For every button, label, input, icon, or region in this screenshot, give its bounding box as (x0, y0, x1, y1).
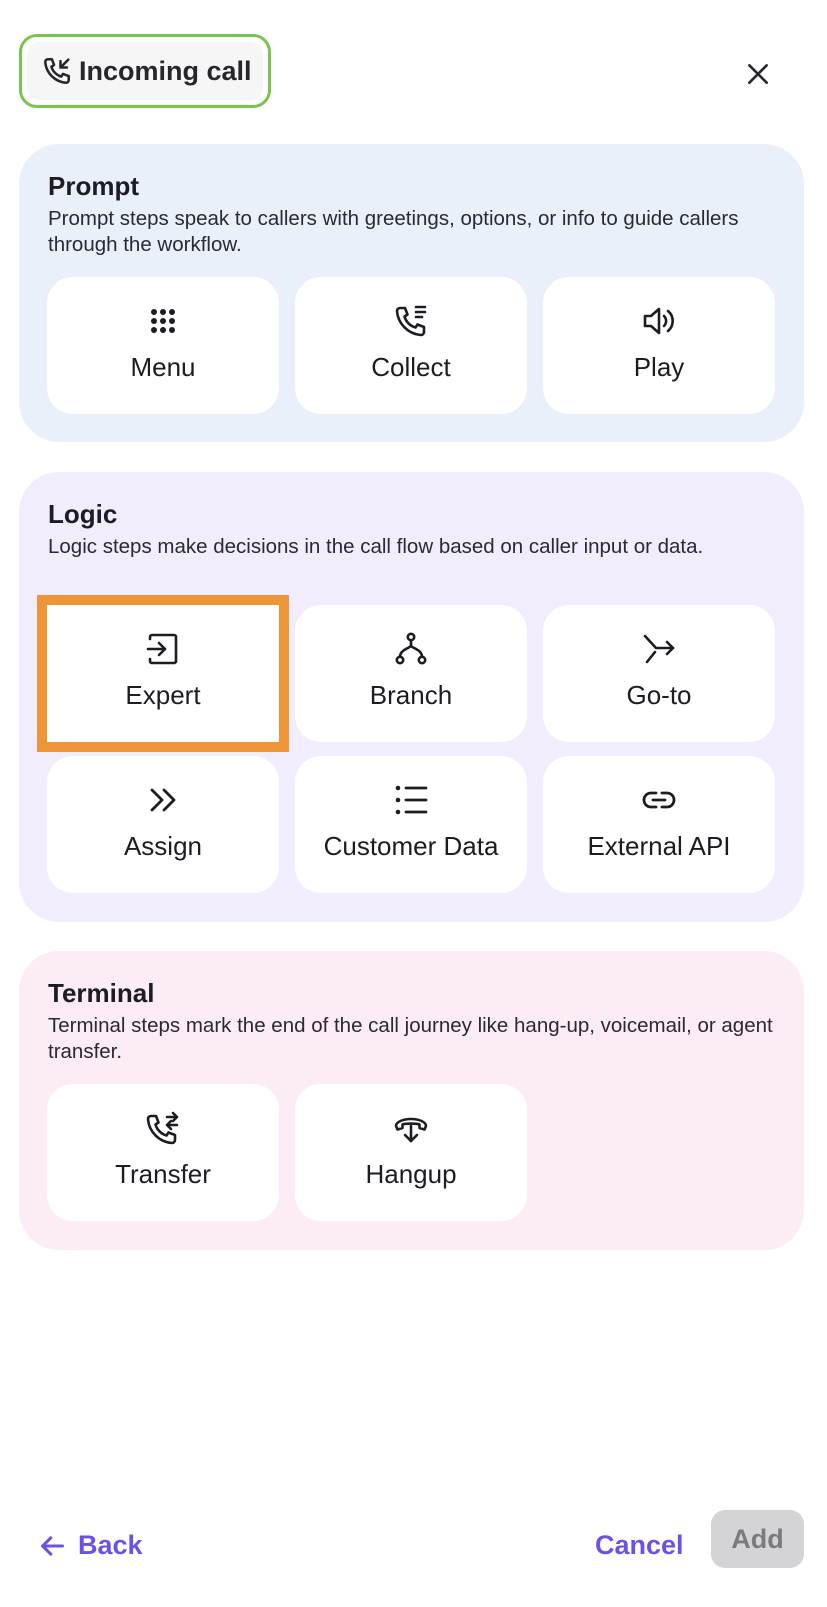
section-logic: Logic Logic steps make decisions in the … (19, 472, 804, 922)
step-label: Hangup (365, 1159, 457, 1189)
close-icon (748, 64, 768, 84)
incoming-call-trigger[interactable]: Incoming call (19, 34, 271, 108)
link-icon (641, 782, 677, 818)
step-label: Go-to (626, 680, 692, 710)
step-tile-menu[interactable]: Menu (47, 277, 279, 414)
section-title: Terminal (48, 978, 155, 1008)
section-description: Logic steps make decisions in the call f… (48, 535, 704, 558)
phone-transfer-icon (145, 1110, 181, 1146)
section-prompt: Prompt Prompt steps speak to callers wit… (19, 144, 804, 442)
step-label: Collect (371, 352, 451, 382)
section-title: Logic (48, 499, 118, 529)
branch-icon (393, 631, 429, 667)
step-tile-transfer[interactable]: Transfer (47, 1084, 279, 1221)
trigger-label: Incoming call (79, 55, 252, 86)
step-tile-play[interactable]: Play (543, 277, 775, 414)
section-description: Terminal steps mark the end of the call … (48, 1014, 773, 1063)
cancel-button[interactable]: Cancel (595, 1530, 684, 1561)
back-label: Back (78, 1530, 143, 1560)
step-tile-assign[interactable]: Assign (47, 756, 279, 893)
speaker-icon (641, 303, 677, 339)
double-chevron-right-icon (145, 782, 181, 818)
step-label: Transfer (115, 1159, 211, 1189)
step-label: Expert (125, 680, 201, 710)
phone-incoming-icon (44, 57, 71, 84)
dialpad-icon (145, 303, 181, 339)
step-tile-goto[interactable]: Go-to (543, 605, 775, 742)
close-button[interactable] (740, 56, 776, 92)
add-button[interactable]: Add (711, 1510, 804, 1568)
step-label: Assign (123, 831, 203, 861)
hangup-icon (393, 1110, 429, 1146)
dialog-header: Incoming call (0, 0, 827, 130)
dialog-footer: Back Cancel Add (0, 1510, 827, 1607)
section-description: Prompt steps speak to callers with greet… (48, 207, 739, 256)
enter-box-icon (145, 631, 181, 667)
step-tile-branch[interactable]: Branch (295, 605, 527, 742)
phone-list-icon (393, 303, 429, 339)
step-label: Customer Data (323, 831, 499, 861)
back-button[interactable]: Back (38, 1530, 143, 1561)
trigger-chip-inner: Incoming call (27, 42, 263, 100)
step-tile-collect[interactable]: Collect (295, 277, 527, 414)
step-label: External API (587, 831, 731, 861)
step-label: Menu (130, 352, 196, 382)
step-tile-hangup[interactable]: Hangup (295, 1084, 527, 1221)
step-label: Play (633, 352, 685, 382)
step-tile-expert[interactable]: Expert (37, 595, 289, 752)
list-icon (393, 782, 429, 818)
goto-arrow-icon (641, 631, 677, 667)
arrow-left-icon (41, 1535, 65, 1556)
step-label: Branch (369, 680, 453, 710)
section-terminal: Terminal Terminal steps mark the end of … (19, 951, 804, 1250)
step-tile-customer-data[interactable]: Customer Data (295, 756, 527, 893)
section-title: Prompt (48, 171, 139, 201)
step-tile-external-api[interactable]: External API (543, 756, 775, 893)
